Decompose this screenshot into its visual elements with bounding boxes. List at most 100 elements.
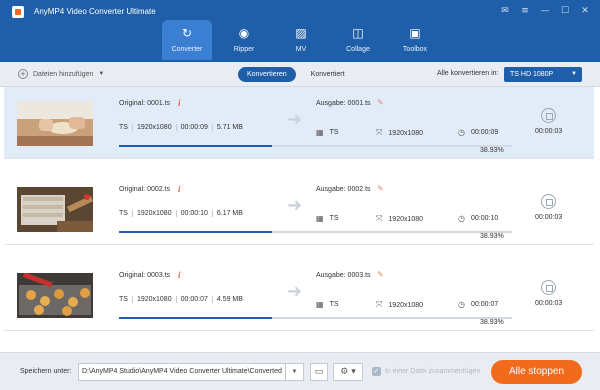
progress-percent: 38.93% <box>480 319 504 326</box>
close-icon[interactable]: ✕ <box>580 5 590 17</box>
merge-checkbox[interactable]: ✓ <box>372 367 381 376</box>
edit-icon[interactable]: ✎ <box>377 184 384 193</box>
source-format: TS <box>119 124 128 131</box>
output-resolution-meta[interactable]: ⤧ 1920x1080 <box>376 128 423 138</box>
view-tabs: Konvertieren Konvertiert <box>238 67 354 82</box>
source-format: TS <box>119 210 128 217</box>
merge-label: In einer Datei zusammenfügen <box>385 368 481 375</box>
title-bar: AnyMP4 Video Converter Ultimate ✉ ≡ — ☐ … <box>0 0 600 62</box>
edit-icon[interactable]: ✎ <box>377 270 384 279</box>
tab-label: Ripper <box>233 46 255 53</box>
stop-icon[interactable] <box>541 108 556 123</box>
maximize-icon[interactable]: ☐ <box>560 5 570 17</box>
output-filename: Ausgabe: 0002.ts <box>316 186 371 193</box>
source-size: 5.71 MB <box>211 124 247 131</box>
output-duration-meta[interactable]: ◷ 00:00:07 <box>458 300 498 309</box>
collage-icon: ◫ <box>352 26 364 40</box>
source-metadata: TS 1920x1080 00:00:09 5.71 MB <box>119 124 247 131</box>
progress-fill <box>119 317 272 319</box>
source-size: 4.59 MB <box>211 296 247 303</box>
film-icon: ▦ <box>316 214 324 223</box>
source-size: 6.17 MB <box>211 210 247 217</box>
source-resolution: 1920x1080 <box>131 124 176 131</box>
chevron-down-icon: ▼ <box>571 71 577 77</box>
source-duration: 00:00:07 <box>175 296 212 303</box>
source-resolution: 1920x1080 <box>131 210 176 217</box>
tab-toolbox[interactable]: ▣ Toolbox <box>390 20 440 60</box>
progress-bar <box>119 231 512 233</box>
original-filename: Original: 0003.ts <box>119 272 171 279</box>
progress-bar <box>119 317 512 319</box>
info-icon[interactable]: i <box>178 184 181 194</box>
add-files-button[interactable]: + Dateien hinzufügen ▼ <box>18 69 104 79</box>
file-list: Original: 0001.ts i TS 1920x1080 00:00:09… <box>0 87 600 352</box>
add-files-label: Dateien hinzufügen <box>33 70 94 78</box>
window-controls: ✉ ≡ — ☐ ✕ <box>500 5 590 17</box>
output-format-meta[interactable]: ▦ TS <box>316 300 339 309</box>
original-filename: Original: 0001.ts <box>119 100 171 107</box>
output-format-select[interactable]: TS HD 1080P ▼ <box>504 67 582 82</box>
tab-converted[interactable]: Konvertiert <box>302 67 354 82</box>
output-format-value: TS HD 1080P <box>510 71 554 78</box>
chevron-down-icon[interactable]: ▼ <box>285 364 303 380</box>
file-row[interactable]: Original: 0003.ts i TS 1920x1080 00:00:07… <box>4 259 594 331</box>
source-resolution: 1920x1080 <box>131 296 176 303</box>
tab-mv[interactable]: ▨ MV <box>276 20 326 60</box>
gear-icon[interactable]: ⚙ ▾ <box>333 363 363 381</box>
feedback-icon[interactable]: ✉ <box>500 5 510 17</box>
resize-icon: ⤧ <box>376 300 383 309</box>
source-duration: 00:00:09 <box>175 124 212 131</box>
resize-icon: ⤧ <box>376 214 383 223</box>
stop-icon[interactable] <box>541 194 556 209</box>
video-thumbnail <box>17 187 93 232</box>
tab-label: Converter <box>171 46 203 53</box>
clock-icon: ◷ <box>458 214 465 223</box>
progress-fill <box>119 145 272 147</box>
minimize-icon[interactable]: — <box>540 5 550 17</box>
chevron-down-icon[interactable]: ▼ <box>98 71 104 77</box>
tab-ripper[interactable]: ◉ Ripper <box>219 20 269 60</box>
edit-icon[interactable]: ✎ <box>377 98 384 107</box>
video-thumbnail <box>17 101 93 146</box>
output-format-meta[interactable]: ▦ TS <box>316 128 339 137</box>
menu-icon[interactable]: ≡ <box>520 5 530 17</box>
image-icon: ▨ <box>295 26 307 40</box>
resize-icon: ⤧ <box>376 128 383 137</box>
app-logo-icon <box>12 6 24 18</box>
output-filename: Ausgabe: 0001.ts <box>316 100 371 107</box>
output-resolution-meta[interactable]: ⤧ 1920x1080 <box>376 214 423 224</box>
output-duration-meta[interactable]: ◷ 00:00:09 <box>458 128 498 137</box>
app-title: AnyMP4 Video Converter Ultimate <box>34 7 156 16</box>
file-row[interactable]: Original: 0002.ts i TS 1920x1080 00:00:10… <box>4 173 594 245</box>
save-path-field[interactable]: D:\AnyMP4 Studio\AnyMP4 Video Converter … <box>78 363 304 381</box>
film-icon: ▦ <box>316 128 324 137</box>
tab-collage[interactable]: ◫ Collage <box>333 20 383 60</box>
progress-percent: 38.93% <box>480 147 504 154</box>
source-metadata: TS 1920x1080 00:00:10 6.17 MB <box>119 210 247 217</box>
original-filename: Original: 0002.ts <box>119 186 171 193</box>
progress-bar <box>119 145 512 147</box>
tab-label: Toolbox <box>402 46 428 53</box>
footer-bar: Speichern unter: D:\AnyMP4 Studio\AnyMP4… <box>0 352 600 390</box>
progress-fill <box>119 231 272 233</box>
convert-all-label: Alle konvertieren in: <box>437 70 499 77</box>
stop-all-button[interactable]: Alle stoppen <box>491 360 582 384</box>
output-format-meta[interactable]: ▦ TS <box>316 214 339 223</box>
file-row[interactable]: Original: 0001.ts i TS 1920x1080 00:00:09… <box>4 87 594 159</box>
stop-icon[interactable] <box>541 280 556 295</box>
source-metadata: TS 1920x1080 00:00:07 4.59 MB <box>119 296 247 303</box>
folder-icon[interactable]: ▭ <box>310 363 328 381</box>
tab-label: MV <box>295 46 307 53</box>
arrow-right-icon: ➜ <box>287 281 303 302</box>
output-resolution-meta[interactable]: ⤧ 1920x1080 <box>376 300 423 310</box>
tab-converting[interactable]: Konvertieren <box>238 67 296 82</box>
save-to-label: Speichern unter: <box>20 368 72 375</box>
tab-converter[interactable]: ↻ Converter <box>162 20 212 60</box>
output-duration-meta[interactable]: ◷ 00:00:10 <box>458 214 498 223</box>
source-duration: 00:00:10 <box>175 210 212 217</box>
clock-icon: ◷ <box>458 128 465 137</box>
info-icon[interactable]: i <box>178 270 181 280</box>
disc-icon: ◉ <box>238 26 250 40</box>
info-icon[interactable]: i <box>178 98 181 108</box>
film-icon: ▦ <box>316 300 324 309</box>
